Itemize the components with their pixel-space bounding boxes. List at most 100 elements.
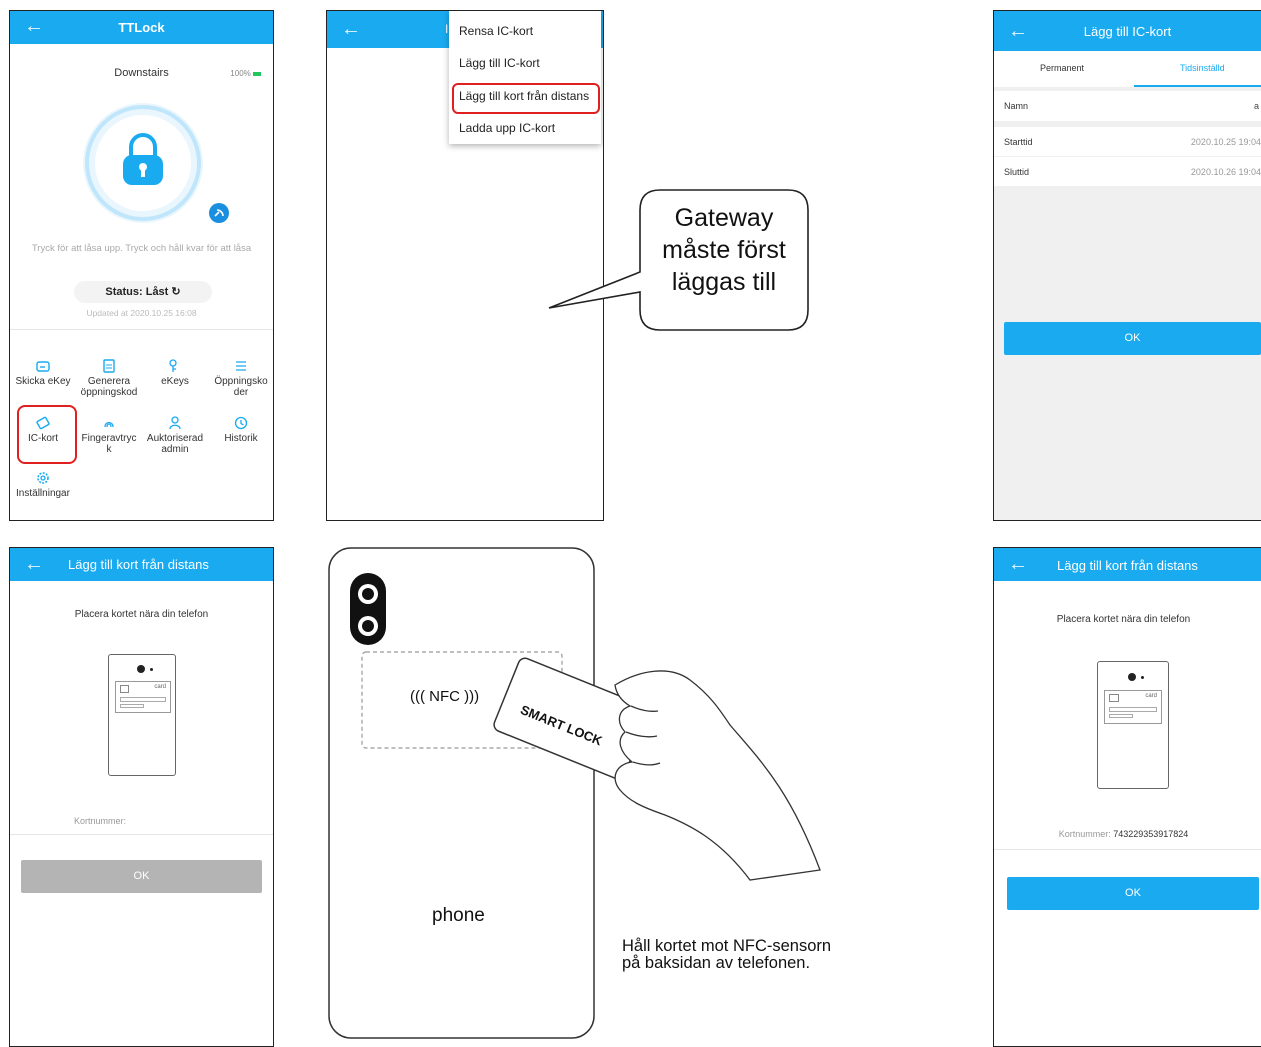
keys-icon <box>169 359 177 372</box>
card-graphic: card <box>115 681 171 713</box>
feature-keys[interactable]: eKeys <box>142 359 208 387</box>
instruction-text: Placera kortet nära din telefon <box>1056 614 1191 625</box>
status-label: Status: <box>105 286 143 298</box>
page-title: Lägg till IC-kort <box>1083 24 1172 39</box>
callout-line-1: Gateway <box>674 204 774 232</box>
updated-text: Updated at 2020.10.25 16:08 <box>86 308 197 318</box>
hand-drawing <box>614 670 821 881</box>
remote-unlock-icon[interactable] <box>208 202 230 224</box>
card-number-label: Kortnummer: <box>1058 829 1111 839</box>
history-icon <box>234 416 248 430</box>
send-ekey-icon <box>36 361 50 372</box>
name-row[interactable]: Namn a <box>994 91 1261 121</box>
top-bar: ← Lägg till kort från distans <box>994 548 1261 581</box>
divider <box>10 834 273 835</box>
back-arrow-icon[interactable]: ← <box>1008 553 1028 576</box>
tab-permanent[interactable]: Permanent <box>1040 63 1084 73</box>
start-time-label: Starttid <box>1004 137 1033 147</box>
menu-item-add-ic-card[interactable]: Lägg till IC-kort <box>459 56 540 70</box>
top-bar: ← TTLock <box>10 11 273 44</box>
phone-card-illustration: card <box>108 654 176 776</box>
page-title: Lägg till kort från distans <box>68 557 209 572</box>
screen-remote-card-empty: ← Lägg till kort från distans Placera ko… <box>9 547 274 1047</box>
feature-admin[interactable]: Auktoriserad admin <box>142 416 208 455</box>
refresh-icon[interactable]: ↻ <box>171 286 180 298</box>
remote-card-highlight <box>452 83 600 114</box>
tab-timed[interactable]: Tidsinställd <box>1180 63 1225 73</box>
card-chip-icon <box>120 685 129 693</box>
feature-label: Skicka eKey <box>15 376 71 387</box>
end-time-value: 2020.10.26 19:04 <box>1190 167 1261 177</box>
ok-button[interactable]: OK <box>1004 322 1261 355</box>
back-arrow-icon[interactable]: ← <box>341 18 361 41</box>
feature-history[interactable]: Historik <box>208 416 273 444</box>
ok-button-disabled[interactable]: OK <box>21 860 262 893</box>
passcode-list-icon <box>236 361 246 371</box>
divider <box>994 849 1261 850</box>
card-stripe-short <box>120 704 144 708</box>
caption-line-1: Håll kortet mot NFC-sensorn <box>622 937 832 955</box>
camera-dot-icon <box>137 665 145 673</box>
battery-indicator: 100% <box>230 69 261 78</box>
feature-label: eKeys <box>161 376 189 387</box>
admin-icon <box>169 416 181 430</box>
status-pill[interactable]: Status: Låst ↻ <box>74 281 212 303</box>
instruction-caption: Håll kortet mot NFC-sensorn på baksidan … <box>622 938 831 972</box>
feature-send-ekey[interactable]: Skicka eKey <box>10 359 76 387</box>
phone-camera-icon <box>350 573 386 645</box>
card-chip-icon <box>1109 694 1119 702</box>
name-value: a <box>1253 101 1259 111</box>
card-stripe-short <box>1109 714 1133 718</box>
unlock-button[interactable] <box>73 93 213 233</box>
top-bar: ← Lägg till kort från distans <box>10 548 273 581</box>
tab-bar: Permanent Tidsinställd <box>994 51 1261 87</box>
screen-ttlock-main: ← TTLock Downstairs 100% Tryck för att l… <box>9 10 274 521</box>
feature-settings[interactable]: Inställningar <box>10 471 76 499</box>
ok-button[interactable]: OK <box>1007 877 1259 910</box>
card-graphic: card <box>1104 690 1162 724</box>
card-stripe <box>1109 707 1157 712</box>
fingerprint-icon <box>104 421 114 428</box>
app-title: TTLock <box>118 20 165 35</box>
keypad-icon <box>103 359 115 373</box>
camera-dot-icon <box>1128 673 1136 681</box>
feature-keypad[interactable]: Generera öppningskod <box>76 359 142 398</box>
callout-line-3: läggas till <box>671 268 777 296</box>
start-time-row[interactable]: Starttid 2020.10.25 19:04 <box>994 127 1261 156</box>
end-time-row[interactable]: Sluttid 2020.10.26 19:04 <box>994 157 1261 186</box>
feature-label: Auktoriserad admin <box>146 433 204 455</box>
feature-label: Öppningsko der <box>214 376 268 398</box>
phone-card-illustration: card <box>1097 661 1169 789</box>
card-label: card <box>154 684 166 690</box>
battery-level: 100% <box>230 69 251 78</box>
name-label: Namn <box>1004 101 1029 111</box>
page-title: Lägg till kort från distans <box>1057 558 1198 573</box>
phone-label: phone <box>432 905 485 926</box>
battery-icon <box>253 71 261 76</box>
end-time-label: Sluttid <box>1004 167 1030 177</box>
back-arrow-icon[interactable]: ← <box>24 553 44 576</box>
lock-hint: Tryck för att låsa upp. Tryck och håll k… <box>31 243 252 254</box>
title-fragment: I <box>445 22 449 36</box>
callout-line-2: måste först <box>662 236 786 264</box>
nfc-label: ((( NFC ))) <box>410 688 480 705</box>
nfc-text: NFC <box>429 688 460 705</box>
feature-passcode-list[interactable]: Öppningsko der <box>208 359 273 398</box>
overflow-menu: Rensa IC-kort Lägg till IC-kort Lägg til… <box>449 11 601 144</box>
menu-item-clear-ic-cards[interactable]: Rensa IC-kort <box>459 24 533 38</box>
flash-dot-icon <box>150 668 153 671</box>
screen-remote-card-read: ← Lägg till kort från distans Placera ko… <box>993 547 1261 1047</box>
menu-item-upload-ic-cards[interactable]: Ladda upp IC-kort <box>459 121 555 135</box>
active-tab-underline <box>1134 85 1261 87</box>
card-number-row: Kortnummer: 743229353917824 <box>994 829 1253 839</box>
caption-line-2: på baksidan av telefonen. <box>622 954 811 972</box>
gateway-callout-text: Gateway måste först läggas till <box>640 202 808 298</box>
feature-label: Historik <box>224 433 258 444</box>
feature-label: Fingeravtryc k <box>81 433 137 455</box>
flash-dot-icon <box>1141 676 1144 679</box>
ic-card-highlight <box>17 405 77 464</box>
top-bar: ← Lägg till IC-kort <box>994 11 1261 51</box>
start-time-value: 2020.10.25 19:04 <box>1190 137 1261 147</box>
card-label: card <box>1145 693 1157 699</box>
feature-fingerprint[interactable]: Fingeravtryc k <box>76 416 142 455</box>
